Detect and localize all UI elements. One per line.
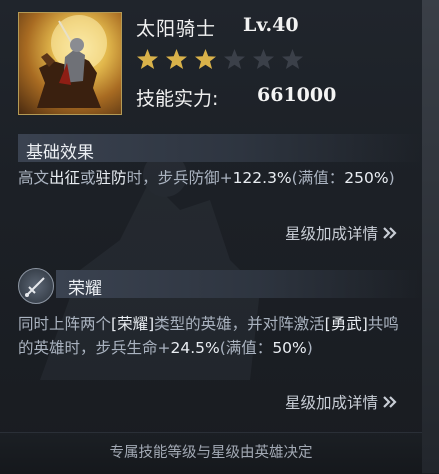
highlight-text: 122.3% — [232, 169, 292, 187]
glory-description: 同时上阵两个[荣耀]类型的英雄，并对阵激活[勇武]共鸣的英雄时，步兵生命+24.… — [18, 312, 408, 360]
star-bonus-link-label: 星级加成详情 — [284, 394, 378, 412]
base-effect-star-bonus-link[interactable]: 星级加成详情 — [285, 222, 398, 244]
highlight-text: [勇武] — [324, 315, 368, 333]
skill-power-label: 技能实力: — [136, 88, 219, 110]
description-text: 同时上阵两个 — [18, 315, 112, 333]
star-icon — [137, 49, 158, 69]
star-icon — [282, 49, 303, 69]
highlight-text: 250% — [344, 169, 389, 187]
description-text: (满值： — [219, 339, 273, 357]
star-icon — [166, 49, 187, 69]
sword-emblem-glyph — [25, 277, 45, 297]
glory-star-bonus-link[interactable]: 星级加成详情 — [285, 391, 398, 413]
double-chevron-right-icon — [383, 396, 397, 408]
knight-portrait-art — [37, 15, 107, 108]
hero-name: 太阳骑士 — [136, 18, 217, 40]
glory-title: 荣耀 — [68, 279, 102, 299]
highlight-text: 出征 — [49, 169, 81, 187]
footer-note: 专属技能等级与星级由英雄决定 — [0, 432, 422, 474]
base-effect-title: 基础效果 — [26, 143, 94, 163]
double-chevron-right-icon — [383, 227, 397, 239]
background-side-strip — [422, 0, 439, 473]
star-rating — [136, 48, 304, 71]
sword-emblem-icon — [18, 268, 54, 304]
description-text: ) — [306, 339, 313, 357]
glory-header: 荣耀 — [56, 270, 422, 299]
description-text: 类型的英雄，并对阵激活 — [154, 315, 325, 333]
hero-level: Lv.40 — [243, 14, 299, 36]
star-icon — [224, 49, 245, 69]
highlight-text: 50% — [272, 339, 307, 357]
star-bonus-link-label: 星级加成详情 — [284, 225, 378, 243]
highlight-text: 驻防 — [95, 169, 127, 187]
description-text: 或 — [80, 169, 96, 187]
description-text: 时，步兵防御+ — [126, 169, 233, 187]
skill-power-value: 661000 — [257, 84, 337, 106]
highlight-text: [荣耀] — [111, 315, 155, 333]
description-text: 高文 — [18, 169, 50, 187]
description-text: ) — [388, 169, 395, 187]
skill-detail-panel: 太阳骑士 Lv.40 技能实力: 661000 基础效果 高文出征或驻防时，步兵… — [0, 0, 423, 474]
star-icon — [195, 49, 216, 69]
description-text: (满值： — [291, 169, 345, 187]
star-icon — [253, 49, 274, 69]
hero-portrait — [18, 12, 122, 115]
base-effect-description: 高文出征或驻防时，步兵防御+122.3%(满值：250%) — [18, 166, 408, 190]
base-effect-header: 基础效果 — [18, 134, 422, 163]
highlight-text: 24.5% — [170, 339, 220, 357]
